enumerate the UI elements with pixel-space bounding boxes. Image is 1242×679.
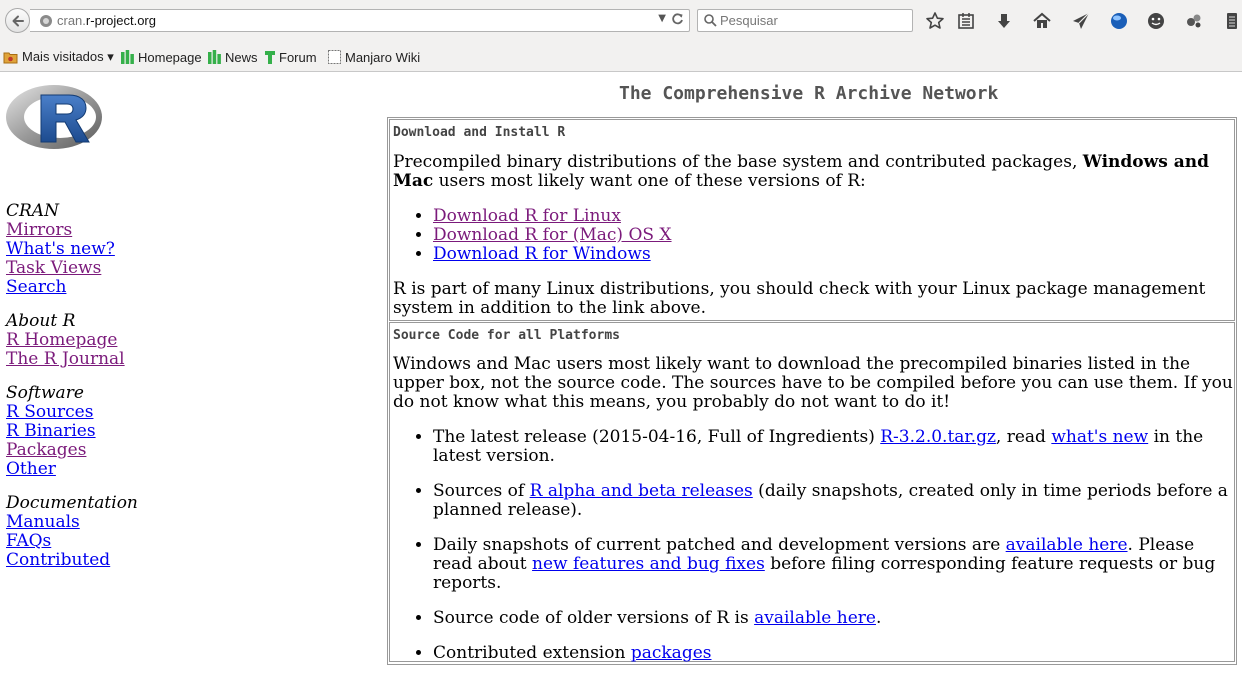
sidebar-link-search[interactable]: Search <box>6 278 138 297</box>
bookmark-mais-visitados[interactable]: Mais visitados ▾ <box>3 48 114 66</box>
bookmark-news[interactable]: News <box>208 48 258 66</box>
download-windows-link[interactable]: Download R for Windows <box>433 244 651 264</box>
bookmark-forum[interactable]: Forum <box>265 48 317 66</box>
search-bar[interactable] <box>697 9 913 32</box>
back-button[interactable] <box>5 8 30 33</box>
section-heading: Source Code for all Platforms <box>393 328 620 343</box>
bookmark-homepage[interactable]: Homepage <box>121 48 202 66</box>
whats-new-link[interactable]: what's new <box>1051 427 1148 447</box>
bookmark-label: Manjaro Wiki <box>345 49 421 65</box>
sidebar-group-cran: CRAN Mirrors What's new? Task Views Sear… <box>6 202 138 297</box>
page-content: CRAN Mirrors What's new? Task Views Sear… <box>0 72 1242 665</box>
item-text: Sources of <box>433 481 530 501</box>
sidebar-group-software: Software R Sources R Binaries Packages O… <box>6 384 138 479</box>
back-arrow-icon <box>12 15 24 27</box>
sidebar-link-other[interactable]: Other <box>6 460 138 479</box>
bookmark-label: Homepage <box>138 49 202 65</box>
item-text: Contributed extension <box>433 643 631 663</box>
sidebar-link-packages[interactable]: Packages <box>6 441 138 460</box>
list-item: Sources of R alpha and beta releases (da… <box>433 482 1233 520</box>
sidebar-group-documentation: Documentation Manuals FAQs Contributed <box>6 494 138 570</box>
new-features-link[interactable]: new features and bug fixes <box>532 554 765 574</box>
folder-icon <box>3 52 18 64</box>
sidebar-heading: Software <box>6 383 84 403</box>
reading-list-icon[interactable] <box>956 11 976 31</box>
r-tarball-link[interactable]: R-3.2.0.tar.gz <box>880 427 996 447</box>
home-icon[interactable] <box>1032 11 1052 31</box>
sidebar-link-task-views[interactable]: Task Views <box>6 259 138 278</box>
globe-icon <box>40 15 52 27</box>
download-linux-link[interactable]: Download R for Linux <box>433 206 621 226</box>
install-intro: Precompiled binary distributions of the … <box>393 153 1233 191</box>
puzzle-addon-icon[interactable] <box>1184 11 1204 31</box>
list-item: Download R for (Mac) OS X <box>433 226 1233 245</box>
item-text: , read <box>995 427 1052 447</box>
page-title: The Comprehensive R Archive Network <box>619 83 999 104</box>
bookmark-manjaro-wiki[interactable]: Manjaro Wiki <box>328 48 420 66</box>
packages-link[interactable]: packages <box>631 643 712 663</box>
sidebar-link-r-journal[interactable]: The R Journal <box>6 350 138 369</box>
download-install-box: Download and Install R Precompiled binar… <box>389 119 1235 321</box>
sidebar-heading: CRAN <box>6 201 59 221</box>
install-intro-text-end: users most likely want one of these vers… <box>433 171 866 191</box>
sidebar-link-contributed[interactable]: Contributed <box>6 551 138 570</box>
list-item: Source code of older versions of R is av… <box>433 609 1233 628</box>
smiley-addon-icon[interactable] <box>1146 11 1166 31</box>
sidebar-heading: Documentation <box>6 493 138 513</box>
bookmark-bars-icon <box>121 50 134 64</box>
install-intro-text: Precompiled binary distributions of the … <box>393 152 1083 172</box>
install-note: R is part of many Linux distributions, y… <box>393 279 1206 318</box>
sidebar-link-r-homepage[interactable]: R Homepage <box>6 331 138 350</box>
item-text: Daily snapshots of current patched and d… <box>433 535 1006 555</box>
r-logo <box>6 85 102 149</box>
bookmark-label: News <box>225 49 258 65</box>
reload-icon[interactable] <box>671 12 684 30</box>
sidebar-group-about-r: About R R Homepage The R Journal <box>6 312 138 369</box>
download-mac-link[interactable]: Download R for (Mac) OS X <box>433 225 672 245</box>
download-links-list: Download R for Linux Download R for (Mac… <box>393 207 1233 264</box>
url-text: cran.r-project.org <box>57 13 156 28</box>
menu-icon[interactable] <box>1222 11 1242 31</box>
list-item: Daily snapshots of current patched and d… <box>433 536 1233 593</box>
content-frame: Download and Install R Precompiled binar… <box>387 117 1237 665</box>
sidebar-link-r-binaries[interactable]: R Binaries <box>6 422 138 441</box>
sidebar-heading: About R <box>6 311 76 331</box>
item-text: The latest release (2015-04-16, Full of … <box>433 427 881 447</box>
star-icon[interactable] <box>925 11 945 31</box>
send-icon[interactable] <box>1071 11 1091 31</box>
list-item: Contributed extension packages <box>433 644 1233 663</box>
sidebar-link-whats-new[interactable]: What's new? <box>6 240 138 259</box>
url-bar[interactable]: cran.r-project.org ▼ <box>30 9 690 32</box>
list-item: Download R for Windows <box>433 245 1233 264</box>
download-icon[interactable] <box>994 11 1014 31</box>
daily-snapshots-link[interactable]: available here <box>1006 535 1128 555</box>
blank-page-icon <box>328 50 341 64</box>
sidebar: CRAN Mirrors What's new? Task Views Sear… <box>6 202 138 585</box>
bookmark-label: Forum <box>279 49 317 65</box>
search-icon <box>704 14 717 27</box>
blue-globe-addon-icon[interactable] <box>1109 11 1129 31</box>
sidebar-link-manuals[interactable]: Manuals <box>6 513 138 532</box>
sidebar-link-faqs[interactable]: FAQs <box>6 532 138 551</box>
bookmark-bars-icon <box>265 50 275 64</box>
search-input[interactable] <box>720 12 900 29</box>
url-history-dropdown[interactable]: ▼ <box>658 13 666 24</box>
alpha-beta-releases-link[interactable]: R alpha and beta releases <box>530 481 753 501</box>
source-intro: Windows and Mac users most likely want t… <box>393 354 1233 412</box>
bookmark-bars-icon <box>208 50 221 64</box>
section-heading: Download and Install R <box>393 125 566 140</box>
older-versions-link[interactable]: available here <box>754 608 876 628</box>
list-item: The latest release (2015-04-16, Full of … <box>433 428 1233 466</box>
sidebar-link-mirrors[interactable]: Mirrors <box>6 221 138 240</box>
browser-toolbar: cran.r-project.org ▼ <box>0 0 1242 42</box>
list-item: Download R for Linux <box>433 207 1233 226</box>
item-text: . <box>875 608 882 628</box>
source-code-box: Source Code for all Platforms Windows an… <box>389 322 1235 663</box>
source-items-list: The latest release (2015-04-16, Full of … <box>393 428 1233 679</box>
item-text: Source code of older versions of R is <box>433 608 755 628</box>
bookmark-label: Mais visitados ▾ <box>22 49 114 64</box>
sidebar-link-r-sources[interactable]: R Sources <box>6 403 138 422</box>
